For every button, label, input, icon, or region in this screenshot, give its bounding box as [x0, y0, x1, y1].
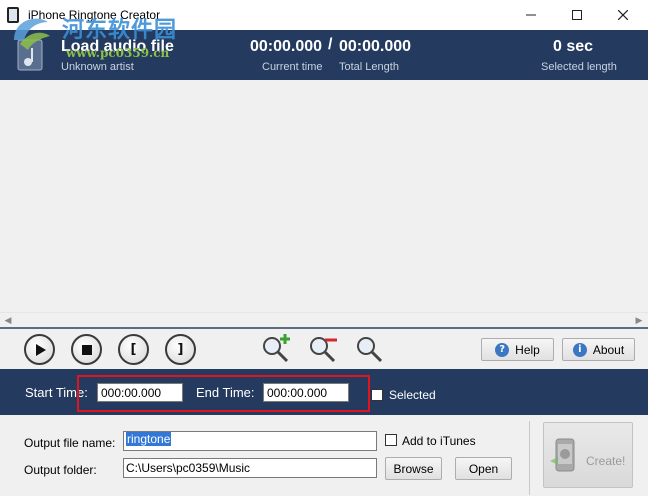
horizontal-scrollbar[interactable]: ◀ ▶ — [0, 312, 648, 327]
total-length-value: 00:00.000 — [339, 38, 412, 55]
output-folder-value: C:\Users\pc0359\Music — [126, 461, 251, 475]
browse-button[interactable]: Browse — [385, 457, 442, 480]
play-icon — [35, 343, 46, 356]
artist-label: Unknown artist — [61, 61, 134, 73]
watermark-logo — [14, 18, 50, 50]
add-itunes-checkbox[interactable] — [385, 434, 397, 446]
output-file-name-input[interactable]: ringtone — [123, 431, 377, 451]
zoom-in-button[interactable] — [259, 333, 293, 367]
current-time-label: Current time — [262, 61, 323, 73]
output-file-name-value: ringtone — [126, 432, 172, 446]
open-label: Open — [468, 461, 499, 476]
selected-checkbox[interactable] — [371, 389, 383, 401]
output-file-name-label: Output file name: — [24, 436, 116, 450]
mark-start-icon: [ — [130, 342, 137, 357]
help-label: Help — [515, 342, 540, 357]
output-folder-label: Output folder: — [24, 463, 97, 477]
minimize-button[interactable] — [508, 0, 554, 30]
play-button[interactable] — [24, 334, 55, 365]
mark-end-button[interactable]: ] — [165, 334, 196, 365]
maximize-icon — [572, 10, 582, 20]
watermark-url: www.pc0359.cn — [66, 46, 170, 60]
time-separator: / — [328, 36, 333, 53]
mark-end-icon: ] — [177, 342, 184, 357]
browse-label: Browse — [393, 461, 434, 476]
create-button[interactable]: Create! — [543, 422, 633, 488]
help-button[interactable]: ? Help — [481, 338, 554, 361]
phone-icon — [550, 438, 575, 472]
info-icon: i — [572, 342, 587, 357]
about-label: About — [592, 342, 625, 357]
watermark-text: 河东软件园 — [62, 17, 178, 43]
output-panel: Output file name: ringtone Add to iTunes… — [0, 415, 648, 496]
output-folder-input[interactable]: C:\Users\pc0359\Music — [123, 458, 377, 478]
selected-length-label: Selected length — [541, 61, 617, 73]
time-panel: Start Time: End Time: Selected — [0, 369, 648, 415]
close-button[interactable] — [600, 0, 646, 30]
zoom-out-button[interactable] — [306, 333, 340, 367]
add-itunes-label: Add to iTunes — [402, 434, 476, 448]
zoom-fit-button[interactable] — [353, 333, 387, 367]
current-time-value: 00:00.000 — [250, 38, 323, 55]
selected-length-value: 0 sec — [553, 38, 594, 55]
create-label: Create! — [586, 454, 626, 468]
separator — [529, 421, 530, 495]
open-button[interactable]: Open — [455, 457, 512, 480]
waveform-area[interactable] — [0, 80, 648, 312]
maximize-button[interactable] — [554, 0, 600, 30]
stop-icon — [81, 344, 92, 355]
scroll-left-icon[interactable]: ◀ — [3, 315, 13, 325]
highlight-box — [77, 375, 370, 412]
about-button[interactable]: i About — [562, 338, 635, 361]
close-icon — [618, 10, 628, 20]
stop-button[interactable] — [71, 334, 102, 365]
selected-label: Selected — [389, 388, 436, 402]
scroll-right-icon[interactable]: ▶ — [634, 315, 644, 325]
playback-toolbar: [ ] ? Help i About — [0, 329, 648, 369]
total-length-label: Total Length — [339, 61, 399, 73]
mark-start-button[interactable]: [ — [118, 334, 149, 365]
minimize-icon — [526, 14, 536, 16]
help-icon: ? — [495, 342, 510, 357]
